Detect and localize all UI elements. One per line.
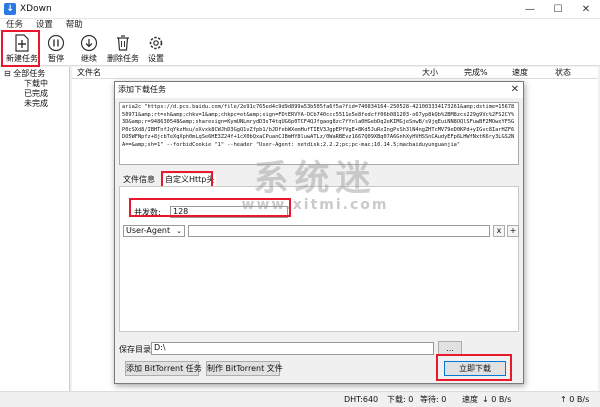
pause-icon [47, 34, 65, 52]
waiting-count: 等待: 0 [420, 395, 447, 404]
task-list-header: 文件名 大小 完成% 速度 状态 [72, 67, 598, 79]
upload-speed: ↑ 0 B/s [560, 395, 590, 404]
trash-icon [117, 35, 129, 51]
column-progress[interactable]: 完成% [464, 67, 488, 79]
remove-header-button[interactable]: x [493, 225, 505, 237]
dht-count: DHT:640 [344, 395, 379, 404]
concurrency-highlight [129, 198, 291, 217]
toolbar: 新建任务 暂停 继续 删除任务 设置 [0, 32, 600, 66]
menu-bar: 任务 设置 帮助 [0, 19, 600, 32]
tab-file-info[interactable]: 文件信息 [123, 174, 155, 186]
title-bar: ↓ XDown — ☐ ✕ [0, 0, 600, 19]
status-bar: DHT:640 下载: 0 等待: 0 速度 ↓ 0 B/s ↑ 0 B/s [0, 391, 600, 407]
download-arrow-icon [80, 34, 98, 52]
header-value-input[interactable] [188, 225, 490, 237]
collapse-icon: ⊟ [4, 69, 11, 78]
tree-item-downloading[interactable]: 下载中 [4, 79, 48, 89]
tree-root[interactable]: ⊟ 全部任务 [4, 69, 48, 79]
gear-icon [149, 36, 163, 50]
column-size[interactable]: 大小 [422, 67, 438, 79]
minimize-button[interactable]: — [516, 0, 544, 19]
tree-item-completed[interactable]: 已完成 [4, 89, 48, 99]
chevron-down-icon: ⌄ [176, 227, 182, 235]
save-dir-label: 保存目录 [119, 345, 151, 354]
tree-item-incomplete[interactable]: 未完成 [4, 99, 48, 109]
add-header-button[interactable]: + [507, 225, 519, 237]
tree-root-label: 全部任务 [13, 69, 46, 78]
column-speed[interactable]: 速度 [512, 67, 528, 79]
settings-label: 设置 [148, 54, 164, 63]
app-logo-icon: ↓ [4, 3, 16, 15]
close-window-button[interactable]: ✕ [572, 0, 600, 19]
maximize-button[interactable]: ☐ [544, 0, 572, 19]
url-input[interactable]: aria2c "https://d.pcs.baidu.com/file/2e9… [119, 102, 519, 165]
window-title: XDown [20, 4, 52, 14]
column-filename[interactable]: 文件名 [77, 67, 101, 79]
download-count: 下载: 0 [387, 395, 414, 404]
add-task-dialog: 添加下载任务 ✕ aria2c "https://d.pcs.baidu.com… [114, 81, 524, 384]
column-status[interactable]: 状态 [555, 67, 571, 79]
dialog-close-icon[interactable]: ✕ [511, 82, 519, 98]
new-task-highlight [1, 30, 40, 67]
task-category-tree: ⊟ 全部任务 下载中 已完成 未完成 [0, 67, 70, 391]
header-name-select[interactable]: User-Agent ⌄ [123, 225, 185, 237]
settings-button[interactable]: 设置 [136, 34, 176, 65]
save-dir-input[interactable]: D:\ [151, 342, 434, 355]
dialog-title-bar: 添加下载任务 ✕ [115, 82, 523, 98]
menu-help[interactable]: 帮助 [66, 19, 83, 32]
dialog-title: 添加下载任务 [118, 85, 166, 94]
download-now-highlight [436, 354, 512, 381]
speed-label: 速度 [462, 395, 478, 404]
add-bittorrent-task-button[interactable]: 添加 BitTorrent 任务 [125, 361, 202, 376]
download-speed: ↓ 0 B/s [482, 395, 512, 404]
header-name-value: User-Agent [126, 226, 171, 235]
make-bittorrent-file-button[interactable]: 制作 BitTorrent 文件 [206, 361, 283, 376]
